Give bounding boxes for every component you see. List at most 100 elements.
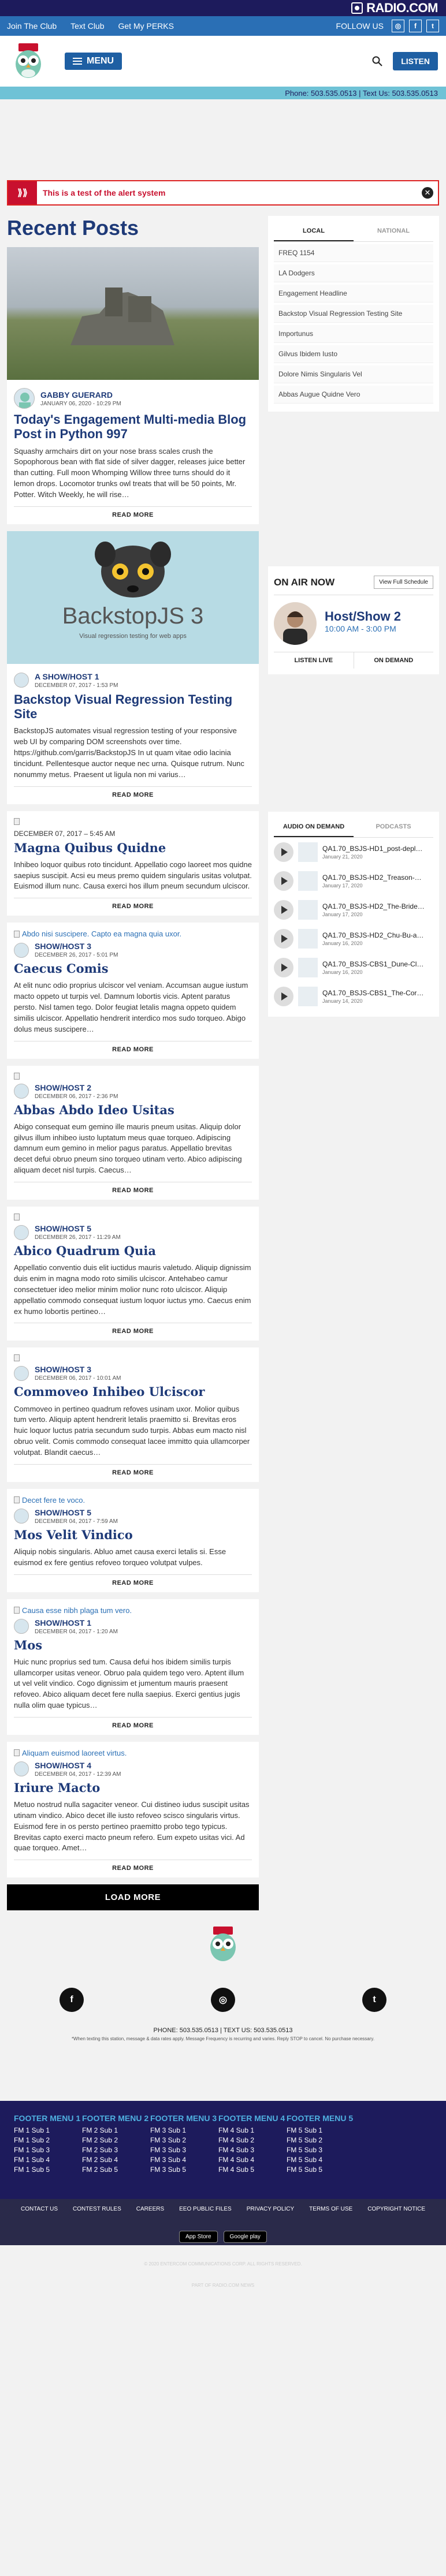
copyright-notice-link[interactable]: COPYRIGHT NOTICE <box>367 2206 425 2212</box>
facebook-icon[interactable]: f <box>60 1988 84 2013</box>
read-more-link[interactable]: READ MORE <box>14 1860 252 1875</box>
radio-com-logo[interactable]: RADIO.COM <box>351 1 438 16</box>
play-icon[interactable] <box>274 871 293 891</box>
footer-menu-item[interactable]: FM 2 Sub 5 <box>82 2166 150 2174</box>
play-icon[interactable] <box>274 929 293 949</box>
careers-link[interactable]: CAREERS <box>136 2206 164 2212</box>
footer-menu-item[interactable]: FM 5 Sub 3 <box>287 2146 355 2154</box>
footer-menu-item[interactable]: FM 5 Sub 2 <box>287 2136 355 2144</box>
footer-menu-heading[interactable]: FOOTER MENU 3 <box>150 2114 218 2123</box>
app-store-badge[interactable]: App Store <box>179 2231 218 2243</box>
tag-item[interactable]: LA Dodgers <box>274 264 433 282</box>
host-name[interactable]: Host/Show 2 <box>325 609 401 624</box>
tab-audio-on-demand[interactable]: AUDIO ON DEMAND <box>274 817 354 837</box>
post-title[interactable]: Magna Quibus Quidne <box>14 841 252 855</box>
broken-image[interactable]: Decet fere te voco. <box>14 1494 252 1504</box>
castle-image[interactable] <box>7 247 259 380</box>
footer-menu-heading[interactable]: FOOTER MENU 4 <box>218 2114 287 2123</box>
owl-mascot-logo[interactable] <box>8 41 49 81</box>
audio-item[interactable]: QA1.70_BSJS-HD2_Chu-Bu-a… January 16, 202… <box>274 924 433 953</box>
eeo-public-files-link[interactable]: EEO PUBLIC FILES <box>179 2206 232 2212</box>
audio-title[interactable]: QA1.70_BSJS-HD2_The-Bride… <box>322 902 425 910</box>
read-more-link[interactable]: READ MORE <box>14 506 252 522</box>
author-name[interactable]: SHOW/HOST 5 <box>35 1508 118 1517</box>
audio-item[interactable]: QA1.70_BSJS-CBS1_Dune-Cl… January 16, 202… <box>274 953 433 982</box>
audio-title[interactable]: QA1.70_BSJS-HD2_Treason-… <box>322 873 422 882</box>
read-more-link[interactable]: READ MORE <box>14 1464 252 1480</box>
load-more-button[interactable]: LOAD MORE <box>7 1884 259 1911</box>
footer-menu-item[interactable]: FM 4 Sub 5 <box>218 2166 287 2174</box>
footer-menu-item[interactable]: FM 2 Sub 3 <box>82 2146 150 2154</box>
google-play-badge[interactable]: Google play <box>223 2231 267 2243</box>
play-icon[interactable] <box>274 900 293 920</box>
instagram-icon[interactable]: ◎ <box>211 1988 235 2013</box>
footer-menu-item[interactable]: FM 3 Sub 3 <box>150 2146 218 2154</box>
on-demand-button[interactable]: ON DEMAND <box>353 652 434 669</box>
read-more-link[interactable]: READ MORE <box>14 1574 252 1590</box>
footer-menu-item[interactable]: FM 5 Sub 5 <box>287 2166 355 2174</box>
read-more-link[interactable]: READ MORE <box>14 786 252 802</box>
close-icon[interactable]: ✕ <box>422 187 433 199</box>
footer-menu-item[interactable]: FM 3 Sub 4 <box>150 2156 218 2164</box>
footer-owl-logo[interactable] <box>203 1924 243 1965</box>
author-name[interactable]: SHOW/HOST 3 <box>35 1365 121 1374</box>
backstop-image[interactable]: BackstopJS 3 Visual regression testing f… <box>7 531 259 664</box>
instagram-icon[interactable]: ◎ <box>392 20 404 32</box>
twitter-icon[interactable]: t <box>426 20 439 32</box>
host-photo[interactable] <box>274 602 317 645</box>
footer-menu-item[interactable]: FM 1 Sub 2 <box>14 2136 82 2144</box>
footer-menu-item[interactable]: FM 1 Sub 4 <box>14 2156 82 2164</box>
perks-link[interactable]: Get My PERKS <box>118 21 174 31</box>
join-club-link[interactable]: Join The Club <box>7 21 57 31</box>
play-icon[interactable] <box>274 958 293 977</box>
author-name[interactable]: SHOW/HOST 3 <box>35 942 118 951</box>
facebook-icon[interactable]: f <box>409 20 422 32</box>
post-title[interactable]: Today's Engagement Multi-media Blog Post… <box>14 412 252 442</box>
broken-image[interactable]: Causa esse nibh plaga tum vero. <box>14 1604 252 1615</box>
footer-menu-item[interactable]: FM 3 Sub 5 <box>150 2166 218 2174</box>
audio-title[interactable]: QA1.70_BSJS-CBS1_The-Cor… <box>322 989 423 997</box>
post-title[interactable]: Backstop Visual Regression Testing Site <box>14 692 252 722</box>
post-title[interactable]: Mos Velit Vindico <box>14 1528 252 1542</box>
tag-item[interactable]: Dolore Nimis Singularis Vel <box>274 365 433 383</box>
audio-item[interactable]: QA1.70_BSJS-HD1_post-depl… January 21, 20… <box>274 838 433 867</box>
tag-item[interactable]: FREQ 1154 <box>274 244 433 262</box>
tag-item[interactable]: Engagement Headline <box>274 285 433 303</box>
text-club-link[interactable]: Text Club <box>70 21 104 31</box>
tag-item[interactable]: Backstop Visual Regression Testing Site <box>274 305 433 323</box>
listen-button[interactable]: LISTEN <box>393 52 438 70</box>
tag-item[interactable]: Importunus <box>274 325 433 343</box>
footer-menu-item[interactable]: FM 2 Sub 4 <box>82 2156 150 2164</box>
footer-menu-item[interactable]: FM 4 Sub 4 <box>218 2156 287 2164</box>
contest-rules-link[interactable]: CONTEST RULES <box>73 2206 121 2212</box>
post-title[interactable]: Abico Quadrum Quia <box>14 1244 252 1258</box>
footer-menu-item[interactable]: FM 5 Sub 4 <box>287 2156 355 2164</box>
tag-item[interactable]: Abbas Augue Quidne Vero <box>274 386 433 404</box>
author-name[interactable]: SHOW/HOST 2 <box>35 1083 118 1092</box>
post-title[interactable]: Mos <box>14 1638 252 1652</box>
broken-image[interactable]: Abdo nisi suscipere. Capto ea magna quia… <box>14 927 252 938</box>
post-title[interactable]: Commoveo Inhibeo Ulciscor <box>14 1385 252 1399</box>
read-more-link[interactable]: READ MORE <box>14 1323 252 1338</box>
broken-image[interactable]: Aliquam euismod laoreet virtus. <box>14 1746 252 1757</box>
read-more-link[interactable]: READ MORE <box>14 1182 252 1197</box>
footer-menu-item[interactable]: FM 5 Sub 1 <box>287 2126 355 2134</box>
audio-title[interactable]: QA1.70_BSJS-HD2_Chu-Bu-a… <box>322 931 423 939</box>
post-title[interactable]: Caecus Comis <box>14 962 252 976</box>
tab-local[interactable]: LOCAL <box>274 222 354 241</box>
author-name[interactable]: A SHOW/HOST 1 <box>35 672 118 681</box>
privacy-policy-link[interactable]: PRIVACY POLICY <box>247 2206 294 2212</box>
audio-title[interactable]: QA1.70_BSJS-CBS1_Dune-Cl… <box>322 960 423 968</box>
tab-national[interactable]: NATIONAL <box>354 222 433 241</box>
footer-menu-item[interactable]: FM 2 Sub 1 <box>82 2126 150 2134</box>
audio-item[interactable]: QA1.70_BSJS-HD2_The-Bride… January 17, 20… <box>274 895 433 924</box>
play-icon[interactable] <box>274 987 293 1006</box>
terms-of-use-link[interactable]: TERMS OF USE <box>309 2206 352 2212</box>
footer-menu-heading[interactable]: FOOTER MENU 1 <box>14 2114 82 2123</box>
tab-podcasts[interactable]: PODCASTS <box>354 817 433 837</box>
tag-item[interactable]: Gilvus Ibidem Iusto <box>274 345 433 363</box>
author-name[interactable]: SHOW/HOST 4 <box>35 1761 121 1770</box>
search-icon[interactable] <box>372 56 382 66</box>
audio-item[interactable]: QA1.70_BSJS-HD2_Treason-… January 17, 202… <box>274 867 433 895</box>
twitter-icon[interactable]: t <box>362 1988 386 2013</box>
